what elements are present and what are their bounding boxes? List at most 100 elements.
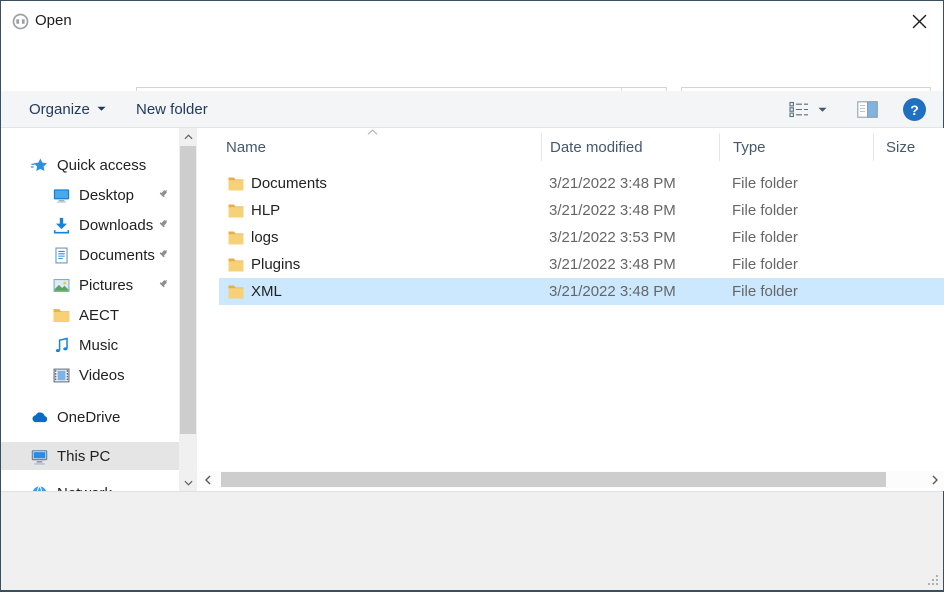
scroll-right-button[interactable] bbox=[926, 471, 943, 488]
sidebar-gap bbox=[1, 470, 179, 478]
organize-label: Organize bbox=[29, 101, 90, 118]
table-row-plugins[interactable]: Plugins 3/21/2022 3:48 PM File folder bbox=[219, 251, 944, 278]
sidebar-gap bbox=[1, 390, 179, 402]
help-icon: ? bbox=[910, 102, 919, 118]
type-cell: File folder bbox=[719, 202, 873, 219]
date-cell: 3/21/2022 3:53 PM bbox=[541, 229, 719, 246]
name-cell: Plugins bbox=[219, 256, 541, 273]
details-view-icon bbox=[789, 101, 811, 118]
pin-icon bbox=[155, 248, 169, 262]
sidebar-gap bbox=[1, 432, 179, 442]
quick-access-icon bbox=[31, 157, 48, 174]
sidebar-item-network[interactable]: Network bbox=[1, 478, 179, 491]
type-cell: File folder bbox=[719, 229, 873, 246]
sidebar-scrollbar-thumb[interactable] bbox=[180, 146, 196, 434]
command-toolbar: Organize New folder bbox=[1, 91, 943, 128]
name-cell: XML bbox=[219, 283, 541, 300]
table-row-logs[interactable]: logs 3/21/2022 3:53 PM File folder bbox=[219, 224, 944, 251]
type-cell: File folder bbox=[719, 175, 873, 192]
sidebar-item-this-pc[interactable]: This PC bbox=[1, 442, 179, 470]
close-icon bbox=[912, 14, 927, 29]
new-folder-button[interactable]: New folder bbox=[136, 91, 208, 127]
preview-pane-button[interactable] bbox=[857, 101, 878, 123]
title-bar: Open bbox=[1, 1, 943, 41]
downloads-icon bbox=[53, 217, 70, 234]
sidebar-item-label: Desktop bbox=[79, 187, 134, 204]
sidebar-item-label: Quick access bbox=[57, 157, 146, 174]
table-row-documents[interactable]: Documents 3/21/2022 3:48 PM File folder bbox=[219, 170, 944, 197]
name-cell: HLP bbox=[219, 202, 541, 219]
chevron-down-icon bbox=[184, 480, 193, 486]
sidebar-item-label: Downloads bbox=[79, 217, 153, 234]
scroll-down-button[interactable] bbox=[179, 474, 197, 491]
window-title: Open bbox=[35, 12, 72, 29]
resize-grip[interactable] bbox=[927, 574, 939, 586]
sidebar-item-label: AECT bbox=[79, 307, 119, 324]
chevron-down-icon bbox=[97, 106, 106, 112]
preview-pane-icon bbox=[857, 101, 878, 118]
help-button[interactable]: ? bbox=[903, 98, 926, 121]
folder-icon bbox=[228, 231, 244, 245]
sidebar-item-documents[interactable]: Documents bbox=[1, 240, 179, 270]
column-header-date-modified[interactable]: Date modified bbox=[541, 133, 719, 161]
sidebar-item-aect[interactable]: AECT bbox=[1, 300, 179, 330]
sidebar-scrollbar[interactable] bbox=[179, 128, 197, 491]
sidebar-item-videos[interactable]: Videos bbox=[1, 360, 179, 390]
sidebar-item-label: Videos bbox=[79, 367, 125, 384]
sidebar-item-quick-access[interactable]: Quick access bbox=[1, 150, 179, 180]
file-list: Name Date modified Type Size Documents 3… bbox=[197, 128, 944, 491]
column-header-type[interactable]: Type bbox=[719, 133, 873, 161]
new-folder-label: New folder bbox=[136, 101, 208, 118]
sidebar-item-desktop[interactable]: Desktop bbox=[1, 180, 179, 210]
name-cell: logs bbox=[219, 229, 541, 246]
chevron-up-icon bbox=[184, 134, 193, 140]
music-icon bbox=[53, 337, 70, 354]
sidebar-item-label: Music bbox=[79, 337, 118, 354]
type-cell: File folder bbox=[719, 283, 873, 300]
pin-icon bbox=[155, 188, 169, 202]
file-rows: Documents 3/21/2022 3:48 PM File folder … bbox=[219, 170, 944, 305]
chevron-down-icon bbox=[818, 107, 827, 113]
videos-icon bbox=[53, 367, 70, 384]
chevron-left-icon bbox=[205, 475, 211, 485]
type-cell: File folder bbox=[719, 256, 873, 273]
navigation-pane: Quick access Desktop bbox=[1, 128, 179, 491]
date-cell: 3/21/2022 3:48 PM bbox=[541, 256, 719, 273]
date-cell: 3/21/2022 3:48 PM bbox=[541, 175, 719, 192]
close-button[interactable] bbox=[903, 8, 935, 35]
folder-icon bbox=[228, 285, 244, 299]
pictures-icon bbox=[53, 277, 70, 294]
pin-icon bbox=[155, 218, 169, 232]
pin-icon bbox=[155, 278, 169, 292]
organize-button[interactable]: Organize bbox=[29, 91, 106, 127]
folder-icon bbox=[228, 177, 244, 191]
documents-icon bbox=[53, 247, 70, 264]
open-dialog: Open ← → ↑ « AddOns › AECT bbox=[0, 0, 944, 592]
folder-icon bbox=[53, 307, 70, 324]
horizontal-scrollbar[interactable] bbox=[197, 471, 944, 488]
date-cell: 3/21/2022 3:48 PM bbox=[541, 283, 719, 300]
sidebar-item-label: OneDrive bbox=[57, 409, 120, 426]
desktop-icon bbox=[53, 187, 70, 204]
app-logo-icon bbox=[12, 13, 29, 30]
column-header-size[interactable]: Size bbox=[873, 133, 944, 161]
horizontal-scrollbar-thumb[interactable] bbox=[221, 472, 886, 487]
table-row-xml-selected[interactable]: XML 3/21/2022 3:48 PM File folder bbox=[219, 278, 944, 305]
column-header-name[interactable]: Name bbox=[197, 133, 541, 161]
sidebar-item-label: Documents bbox=[79, 247, 155, 264]
scroll-up-button[interactable] bbox=[179, 128, 197, 145]
column-headers: Name Date modified Type Size bbox=[197, 133, 944, 161]
sidebar-item-downloads[interactable]: Downloads bbox=[1, 210, 179, 240]
table-row-hlp[interactable]: HLP 3/21/2022 3:48 PM File folder bbox=[219, 197, 944, 224]
sidebar-item-label: This PC bbox=[57, 448, 110, 465]
this-pc-icon bbox=[31, 448, 48, 465]
change-view-button[interactable] bbox=[789, 101, 827, 118]
sidebar-item-music[interactable]: Music bbox=[1, 330, 179, 360]
scroll-left-button[interactable] bbox=[199, 471, 216, 488]
sidebar-item-onedrive[interactable]: OneDrive bbox=[1, 402, 179, 432]
date-cell: 3/21/2022 3:48 PM bbox=[541, 202, 719, 219]
navigation-bar: ← → ↑ « AddOns › AECT bbox=[1, 41, 943, 91]
onedrive-icon bbox=[31, 409, 48, 426]
sidebar-item-pictures[interactable]: Pictures bbox=[1, 270, 179, 300]
chevron-right-icon bbox=[932, 475, 938, 485]
